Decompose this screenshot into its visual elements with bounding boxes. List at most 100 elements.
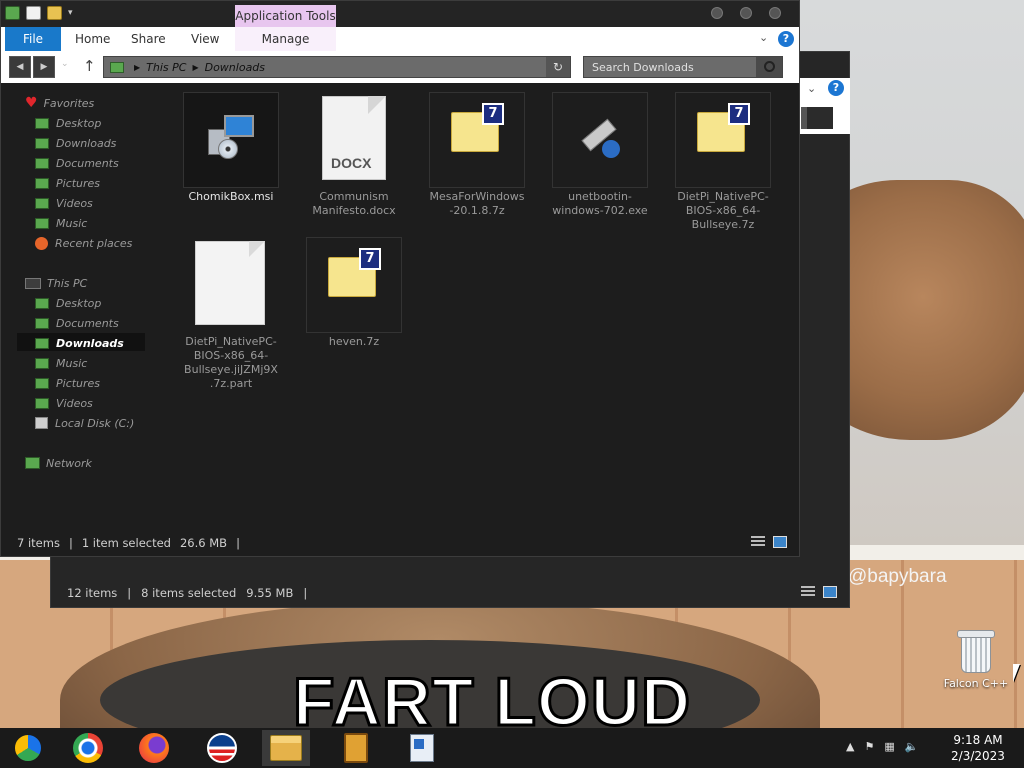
large-icons-view-icon[interactable] <box>773 536 787 548</box>
file-name: ChomikBox.msi <box>188 190 274 203</box>
firefox-icon <box>139 733 169 763</box>
nav-pc-local-disk[interactable]: Local Disk (C:) <box>35 415 134 431</box>
file-item[interactable]: ChomikBox.msi <box>183 92 279 204</box>
breadcrumb-this-pc[interactable]: This PC <box>146 61 186 74</box>
minimize-button[interactable] <box>711 7 723 19</box>
desktop-icon <box>35 297 49 309</box>
network-icon[interactable]: ▦ <box>884 740 894 753</box>
taskbar-app-book[interactable] <box>332 730 380 766</box>
flag-icon[interactable]: ⚑ <box>864 740 874 753</box>
chevron-up-icon[interactable]: ▲ <box>846 740 854 753</box>
details-view-icon[interactable] <box>801 586 815 598</box>
file-item[interactable]: 7 heven.7z <box>306 237 402 349</box>
nav-pc-music[interactable]: Music <box>35 355 87 371</box>
refresh-icon[interactable]: ↻ <box>546 57 570 77</box>
nav-pc-documents[interactable]: Documents <box>35 315 119 331</box>
recent-locations-icon[interactable]: ⌄ <box>61 59 69 69</box>
navigation-bar: ◀ ▶ ⌄ ↑ ▶ This PC ▶ Downloads ↻ Search D… <box>1 51 799 83</box>
taskbar-app-obama[interactable] <box>198 730 246 766</box>
help-icon[interactable]: ? <box>778 31 794 47</box>
close-button[interactable] <box>769 7 781 19</box>
explorer-window[interactable]: ▾ Application Tools File Home Share View… <box>0 0 800 557</box>
large-icons-view-icon[interactable] <box>823 586 837 598</box>
breadcrumb-downloads[interactable]: Downloads <box>205 61 265 74</box>
document-app-icon <box>410 734 434 762</box>
7z-badge: 7 <box>359 248 381 270</box>
file-name: MesaForWindows-20.1.8.7z <box>429 190 525 217</box>
file-item[interactable]: unetbootin-windows-702.exe <box>552 92 648 218</box>
desktop-icon-recycle-bin[interactable]: Falcon C++ <box>940 630 1012 690</box>
nav-label: Local Disk (C:) <box>55 416 135 430</box>
taskbar-app-firefox[interactable] <box>130 730 178 766</box>
file-name: Communism Manifesto.docx <box>312 190 396 217</box>
breadcrumb-separator-icon: ▶ <box>134 62 141 72</box>
nav-pc-desktop[interactable]: Desktop <box>35 295 101 311</box>
usb-gear-icon <box>552 92 648 188</box>
nav-label: Pictures <box>56 176 101 190</box>
taskbar-app-chrome[interactable] <box>64 730 112 766</box>
taskbar-app-document[interactable] <box>398 730 446 766</box>
help-icon[interactable]: ? <box>828 80 844 96</box>
nav-fav-videos[interactable]: Videos <box>35 195 93 211</box>
chevron-down-icon[interactable]: ⌄ <box>807 82 816 95</box>
back-button[interactable]: ◀ <box>9 56 31 78</box>
navigation-pane: ♥ Favorites Desktop Downloads Documents … <box>1 83 171 523</box>
file-name: DietPi_NativePC-BIOS-x86_64-Bullseye.7z <box>677 190 769 231</box>
file-item[interactable]: DietPi_NativePC-BIOS-x86_64-Bullseye.jiJ… <box>183 237 279 391</box>
chevron-down-icon[interactable]: ▾ <box>68 8 73 18</box>
nav-label: Videos <box>56 196 93 210</box>
forward-button[interactable]: ▶ <box>33 56 55 78</box>
nav-fav-pictures[interactable]: Pictures <box>35 175 100 191</box>
search-icon[interactable] <box>807 107 833 129</box>
obama-logo-icon <box>207 733 237 763</box>
file-item[interactable]: 7 MesaForWindows-20.1.8.7z <box>429 92 525 218</box>
address-bar[interactable]: ▶ This PC ▶ Downloads ↻ <box>103 56 571 78</box>
status-divider: | <box>303 586 308 600</box>
tab-view[interactable]: View <box>191 27 219 51</box>
taskbar-app-chromium[interactable] <box>4 730 52 766</box>
tab-manage[interactable]: Manage <box>235 27 336 51</box>
7z-badge: 7 <box>482 103 504 125</box>
desktop-icon-label: Falcon C++ <box>943 677 1009 690</box>
folder-icon <box>5 6 20 20</box>
taskbar-app-file-explorer[interactable] <box>262 730 310 766</box>
title-bar[interactable]: ▾ Application Tools <box>1 1 799 27</box>
file-item[interactable]: 7 DietPi_NativePC-BIOS-x86_64-Bullseye.7… <box>675 92 771 232</box>
nav-fav-desktop[interactable]: Desktop <box>35 115 101 131</box>
7z-badge: 7 <box>728 103 750 125</box>
recycle-bin-icon <box>957 630 995 674</box>
videos-icon <box>35 397 49 409</box>
tab-file[interactable]: File <box>5 27 61 51</box>
properties-icon[interactable] <box>26 6 41 20</box>
nav-group-this-pc[interactable]: This PC <box>25 275 87 291</box>
nav-pc-videos[interactable]: Videos <box>35 395 93 411</box>
nav-pc-pictures[interactable]: Pictures <box>35 375 100 391</box>
installer-icon <box>183 92 279 188</box>
clock-time: 9:18 AM <box>953 733 1003 747</box>
up-arrow-icon[interactable]: ↑ <box>83 57 96 75</box>
clock[interactable]: 9:18 AM 2/3/2023 <box>940 732 1016 764</box>
chromium-icon <box>12 732 44 764</box>
details-view-icon[interactable] <box>751 536 765 548</box>
tab-share[interactable]: Share <box>131 27 166 51</box>
nav-group-network[interactable]: Network <box>25 455 92 471</box>
file-type-label: DOCX <box>331 155 372 171</box>
search-icon[interactable] <box>756 57 782 77</box>
new-folder-icon[interactable] <box>47 6 62 20</box>
nav-fav-recent-places[interactable]: Recent places <box>35 235 132 251</box>
nav-fav-music[interactable]: Music <box>35 215 87 231</box>
chevron-down-icon[interactable]: ⌄ <box>759 31 768 44</box>
nav-fav-documents[interactable]: Documents <box>35 155 119 171</box>
maximize-button[interactable] <box>740 7 752 19</box>
nav-pc-downloads[interactable]: Downloads <box>35 335 124 351</box>
nav-fav-downloads[interactable]: Downloads <box>35 135 116 151</box>
volume-icon[interactable]: 🔈 <box>905 740 919 753</box>
search-input[interactable]: Search Downloads <box>583 56 783 78</box>
file-item[interactable]: DOCX Communism Manifesto.docx <box>306 92 402 218</box>
tab-home[interactable]: Home <box>75 27 110 51</box>
system-tray: ▲ ⚑ ▦ 🔈 <box>846 740 918 753</box>
nav-group-favorites[interactable]: ♥ Favorites <box>25 95 94 111</box>
clock-date: 2/3/2023 <box>951 749 1005 763</box>
nav-label: Recent places <box>55 236 133 250</box>
quick-access-toolbar: ▾ <box>5 6 73 20</box>
